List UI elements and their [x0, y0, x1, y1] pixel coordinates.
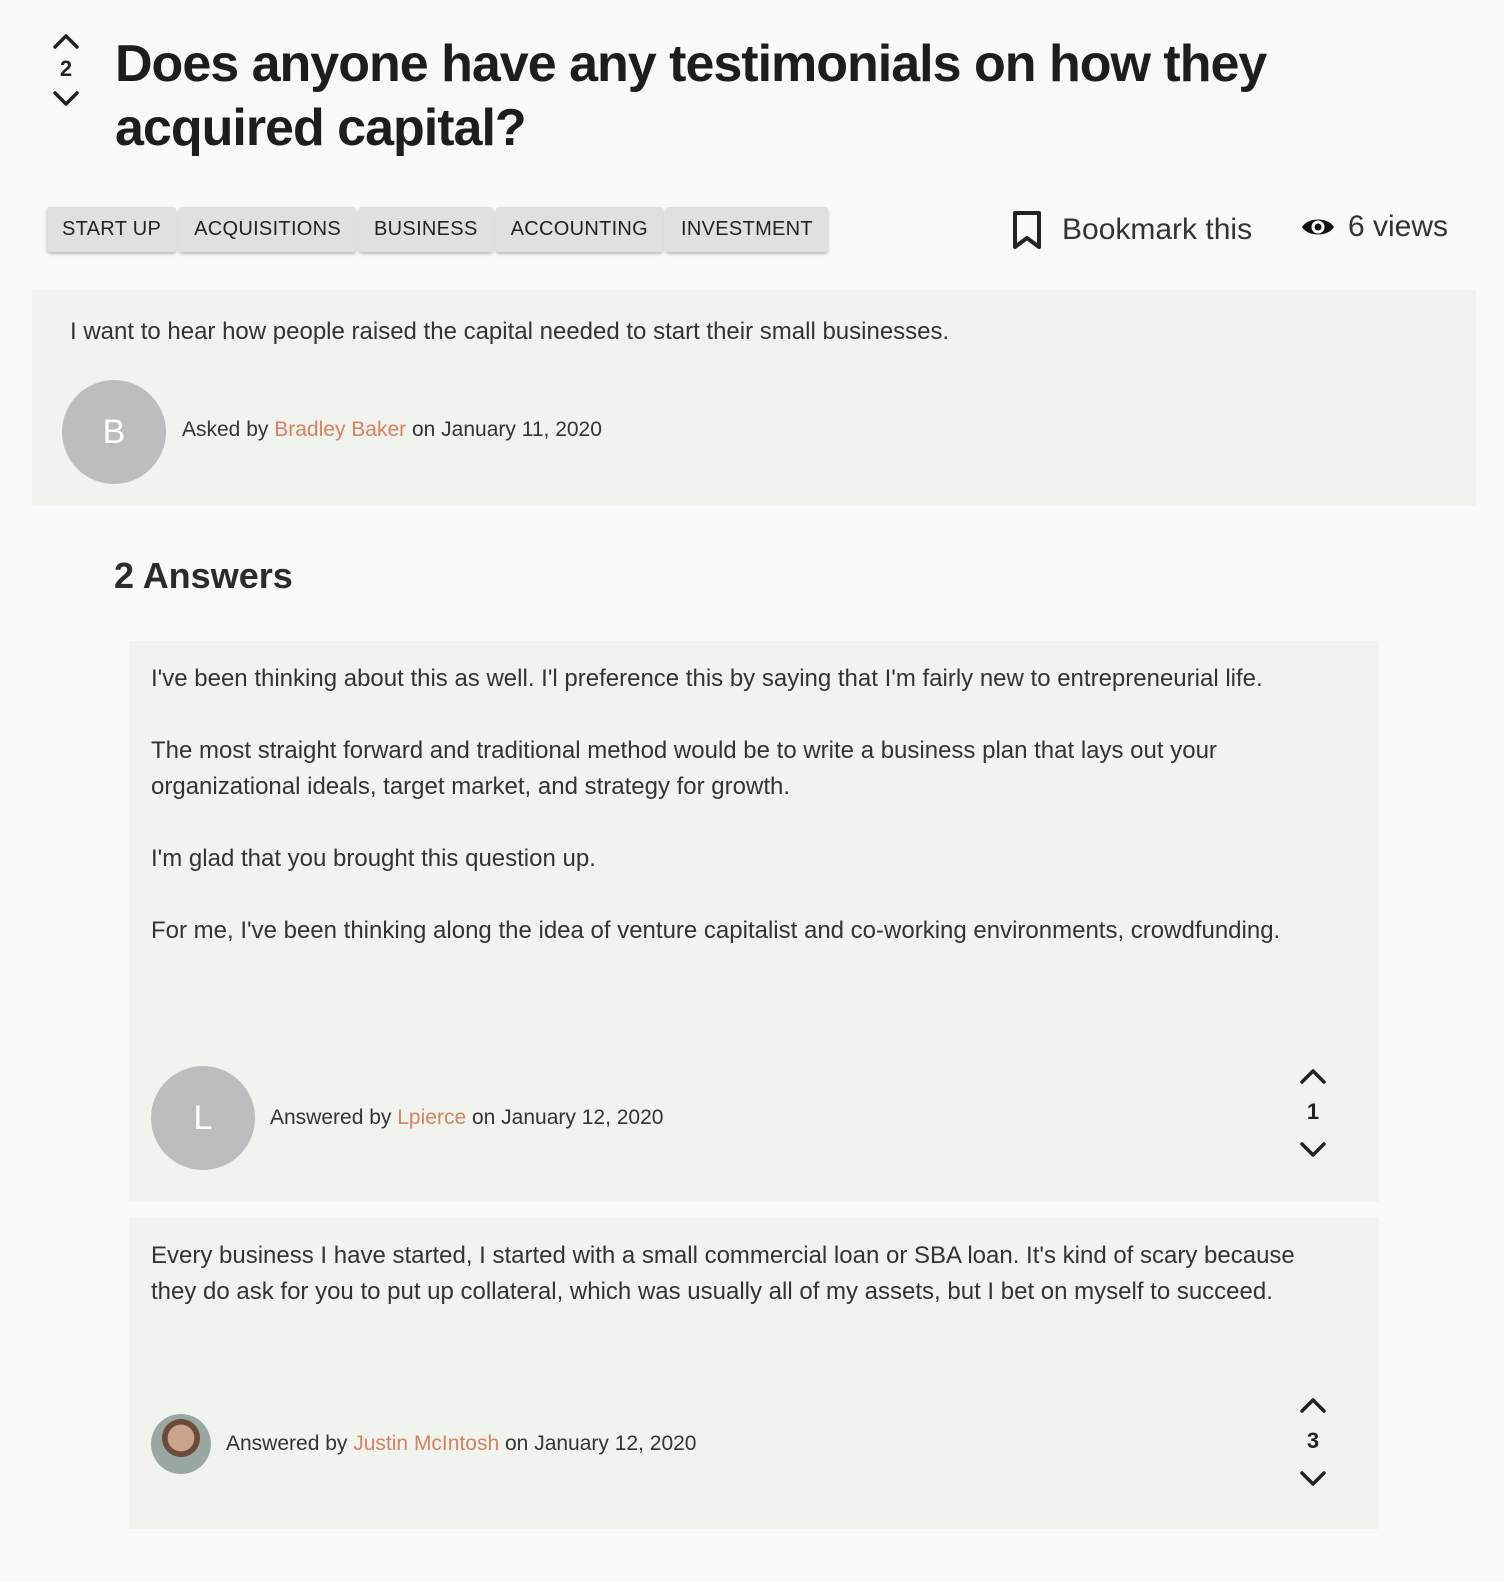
answer-byline: Answered by Lpierce on January 12, 2020	[270, 1106, 663, 1130]
answer-card: Every business I have started, I started…	[129, 1218, 1379, 1529]
question-vote-count: 2	[59, 56, 73, 81]
answered-by-label: Answered by	[270, 1106, 392, 1129]
bookmark-button[interactable]: Bookmark this	[1010, 210, 1252, 250]
question-page: 2 Does anyone have any testimonials on h…	[0, 0, 1504, 1582]
chevron-up-icon[interactable]	[1298, 1394, 1328, 1416]
author-link[interactable]: Bradley Baker	[274, 418, 406, 441]
answer-vote-count: 1	[1306, 1099, 1320, 1124]
avatar[interactable]: B	[62, 380, 166, 484]
question-byline: Asked by Bradley Baker on January 11, 20…	[182, 418, 602, 442]
answer-card: I've been thinking about this as well. I…	[129, 641, 1379, 1202]
chevron-down-icon[interactable]	[1298, 1139, 1328, 1161]
author-link[interactable]: Justin McIntosh	[353, 1432, 499, 1455]
asked-date: on January 11, 2020	[411, 418, 602, 441]
avatar-letter: B	[102, 412, 126, 451]
question-body-text: I want to hear how people raised the cap…	[70, 318, 950, 345]
chevron-up-icon[interactable]	[51, 30, 81, 52]
tag-business[interactable]: BUSINESS	[359, 207, 493, 252]
question-title: Does anyone have any testimonials on how…	[115, 35, 1267, 157]
answer-vote-control: 1	[1295, 1065, 1331, 1161]
chevron-down-icon[interactable]	[1298, 1468, 1328, 1490]
avatar[interactable]: L	[151, 1066, 255, 1170]
asked-by-label: Asked by	[182, 418, 269, 441]
answer-vote-control: 3	[1295, 1394, 1331, 1490]
answer-paragraph: The most straight forward and traditiona…	[151, 737, 1217, 800]
answer-paragraph: I've been thinking about this as well. I…	[151, 665, 1263, 692]
answer-byline: Answered by Justin McIntosh on January 1…	[226, 1432, 696, 1456]
answer-paragraph: For me, I've been thinking along the ide…	[151, 917, 1281, 944]
chevron-down-icon[interactable]	[51, 88, 81, 110]
tag-acquisitions[interactable]: ACQUISITIONS	[179, 207, 357, 252]
tag-investment[interactable]: INVESTMENT	[666, 207, 828, 252]
tag-list: START UP ACQUISITIONS BUSINESS ACCOUNTIN…	[47, 207, 828, 252]
question-vote-control: 2	[44, 30, 88, 110]
avatar-letter: L	[193, 1098, 213, 1137]
question-body-card: I want to hear how people raised the cap…	[32, 290, 1476, 506]
bookmark-label: Bookmark this	[1062, 213, 1253, 246]
author-link[interactable]: Lpierce	[397, 1106, 466, 1129]
answered-date: on January 12, 2020	[471, 1106, 664, 1129]
answered-date: on January 12, 2020	[505, 1432, 697, 1455]
chevron-up-icon[interactable]	[1298, 1065, 1328, 1087]
answer-paragraph: Every business I have started, I started…	[151, 1242, 1295, 1305]
eye-icon	[1302, 219, 1334, 235]
bookmark-icon	[1013, 211, 1041, 249]
tag-start-up[interactable]: START UP	[47, 207, 177, 252]
answers-heading: 2 Answers	[114, 555, 293, 596]
view-count: 6 views	[1300, 210, 1448, 244]
answer-body: I've been thinking about this as well. I…	[151, 661, 1341, 985]
answered-by-label: Answered by	[226, 1432, 348, 1455]
views-label: 6 views	[1348, 210, 1449, 243]
avatar-photo[interactable]	[151, 1414, 211, 1474]
answer-vote-count: 3	[1306, 1428, 1320, 1453]
answer-paragraph: I'm glad that you brought this question …	[151, 845, 596, 872]
answer-body: Every business I have started, I started…	[151, 1238, 1341, 1346]
tag-accounting[interactable]: ACCOUNTING	[495, 207, 664, 252]
